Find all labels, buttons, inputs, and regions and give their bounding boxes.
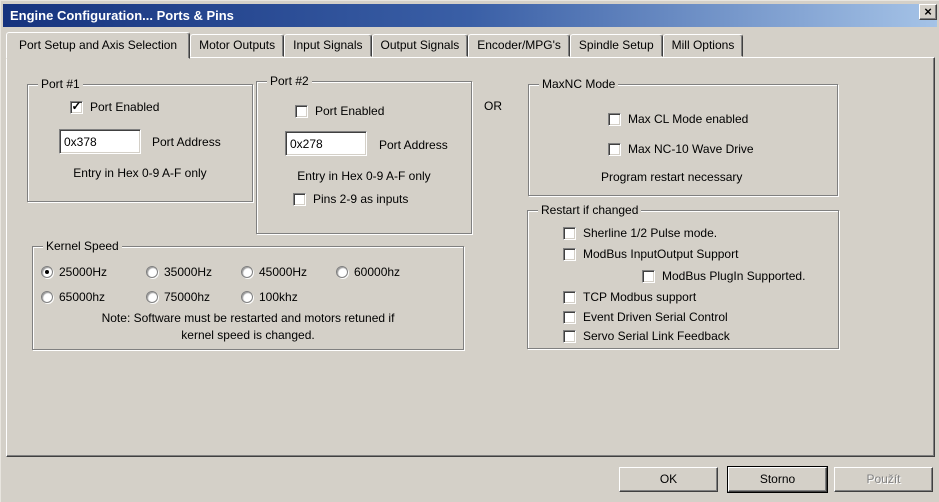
window-title: Engine Configuration... Ports & Pins xyxy=(10,8,234,23)
port1-legend: Port #1 xyxy=(38,77,83,91)
restart-legend: Restart if changed xyxy=(538,203,641,217)
kernel-35000hz-radio[interactable] xyxy=(146,266,158,278)
port1-enabled-label[interactable]: Port Enabled xyxy=(90,100,159,114)
port2-address-label: Port Address xyxy=(379,138,448,152)
port2-pins-checkbox[interactable] xyxy=(293,193,306,206)
kernel-100khz-radio[interactable] xyxy=(241,291,253,303)
port1-address-label: Port Address xyxy=(152,135,221,149)
kernel-100khz-radio-row[interactable]: 100khz xyxy=(241,290,298,304)
kernel-45000hz-radio-row[interactable]: 45000Hz xyxy=(241,265,307,279)
kernel-60000hz-label[interactable]: 60000hz xyxy=(354,265,400,279)
kernel-75000hz-radio[interactable] xyxy=(146,291,158,303)
port2-enabled-label[interactable]: Port Enabled xyxy=(315,104,384,118)
restart-event-serial-checkbox[interactable] xyxy=(563,311,576,324)
port2-hex-hint: Entry in Hex 0-9 A-F only xyxy=(257,169,471,183)
kernel-65000hz-label[interactable]: 65000hz xyxy=(59,290,105,304)
kernel-speed-group: Kernel Speed 25000Hz 35000Hz 45000Hz 600… xyxy=(32,246,464,350)
tab-encoder-mpgs[interactable]: Encoder/MPG's xyxy=(468,34,570,57)
apply-button[interactable]: Použít xyxy=(834,467,933,492)
restart-sherline-row[interactable]: Sherline 1/2 Pulse mode. xyxy=(563,226,717,240)
maxnc-cl-checkbox[interactable] xyxy=(608,113,621,126)
kernel-35000hz-label[interactable]: 35000Hz xyxy=(164,265,212,279)
kernel-75000hz-radio-row[interactable]: 75000hz xyxy=(146,290,210,304)
kernel-note-line1: Note: Software must be restarted and mot… xyxy=(33,311,463,325)
maxnc-wave-label[interactable]: Max NC-10 Wave Drive xyxy=(628,142,754,156)
maxnc-cl-label[interactable]: Max CL Mode enabled xyxy=(628,112,748,126)
titlebar[interactable]: Engine Configuration... Ports & Pins xyxy=(3,4,937,27)
restart-modbus-io-label[interactable]: ModBus InputOutput Support xyxy=(583,247,738,261)
kernel-legend: Kernel Speed xyxy=(43,239,122,253)
restart-tcp-modbus-row[interactable]: TCP Modbus support xyxy=(563,290,696,304)
port2-group: Port #2 Port Enabled Port Address Entry … xyxy=(256,81,472,234)
maxnc-mode-group: MaxNC Mode Max CL Mode enabled Max NC-10… xyxy=(528,84,838,196)
maxnc-cl-checkbox-row[interactable]: Max CL Mode enabled xyxy=(608,112,748,126)
port1-hex-hint: Entry in Hex 0-9 A-F only xyxy=(28,166,252,180)
port1-address-input[interactable] xyxy=(59,129,141,154)
port2-pins-checkbox-row[interactable]: Pins 2-9 as inputs xyxy=(293,192,408,206)
restart-event-serial-label[interactable]: Event Driven Serial Control xyxy=(583,310,728,324)
kernel-60000hz-radio-row[interactable]: 60000hz xyxy=(336,265,400,279)
tab-input-signals[interactable]: Input Signals xyxy=(284,34,371,57)
kernel-35000hz-radio-row[interactable]: 35000Hz xyxy=(146,265,212,279)
maxnc-note: Program restart necessary xyxy=(601,170,742,184)
restart-sherline-checkbox[interactable] xyxy=(563,227,576,240)
tab-mill-options[interactable]: Mill Options xyxy=(663,34,744,57)
kernel-25000hz-radio[interactable] xyxy=(41,266,53,278)
maxnc-wave-checkbox[interactable] xyxy=(608,143,621,156)
close-icon: × xyxy=(924,4,932,19)
tab-spindle-setup[interactable]: Spindle Setup xyxy=(570,34,663,57)
kernel-65000hz-radio-row[interactable]: 65000hz xyxy=(41,290,105,304)
port2-enabled-checkbox-row[interactable]: Port Enabled xyxy=(295,104,384,118)
maxnc-legend: MaxNC Mode xyxy=(539,77,618,91)
restart-servo-serial-row[interactable]: Servo Serial Link Feedback xyxy=(563,329,730,343)
restart-tcp-modbus-label[interactable]: TCP Modbus support xyxy=(583,290,696,304)
restart-modbus-plugin-row[interactable]: ModBus PlugIn Supported. xyxy=(642,269,805,283)
kernel-75000hz-label[interactable]: 75000hz xyxy=(164,290,210,304)
checkmark-icon: ✓ xyxy=(71,101,81,111)
restart-servo-serial-checkbox[interactable] xyxy=(563,330,576,343)
restart-servo-serial-label[interactable]: Servo Serial Link Feedback xyxy=(583,329,730,343)
port2-address-input[interactable] xyxy=(285,131,367,156)
maxnc-wave-checkbox-row[interactable]: Max NC-10 Wave Drive xyxy=(608,142,754,156)
kernel-note-line2: kernel speed is changed. xyxy=(33,328,463,342)
close-button[interactable]: × xyxy=(919,4,937,20)
kernel-25000hz-radio-row[interactable]: 25000Hz xyxy=(41,265,107,279)
restart-modbus-plugin-label[interactable]: ModBus PlugIn Supported. xyxy=(662,269,805,283)
tab-output-signals[interactable]: Output Signals xyxy=(372,34,469,57)
tab-page-port-setup: Port #1 ✓ Port Enabled Port Address Entr… xyxy=(6,57,935,457)
tabstrip: Port Setup and Axis Selection Motor Outp… xyxy=(6,32,743,59)
kernel-65000hz-radio[interactable] xyxy=(41,291,53,303)
kernel-25000hz-label[interactable]: 25000Hz xyxy=(59,265,107,279)
restart-tcp-modbus-checkbox[interactable] xyxy=(563,291,576,304)
restart-modbus-io-checkbox[interactable] xyxy=(563,248,576,261)
ok-button[interactable]: OK xyxy=(619,467,718,492)
restart-event-serial-row[interactable]: Event Driven Serial Control xyxy=(563,310,728,324)
port2-pins-label[interactable]: Pins 2-9 as inputs xyxy=(313,192,408,206)
port1-enabled-checkbox-row[interactable]: ✓ Port Enabled xyxy=(70,100,159,114)
restart-sherline-label[interactable]: Sherline 1/2 Pulse mode. xyxy=(583,226,717,240)
restart-if-changed-group: Restart if changed Sherline 1/2 Pulse mo… xyxy=(527,210,839,349)
kernel-60000hz-radio[interactable] xyxy=(336,266,348,278)
or-label: OR xyxy=(484,99,502,113)
kernel-100khz-label[interactable]: 100khz xyxy=(259,290,298,304)
radio-dot xyxy=(45,270,49,274)
tab-port-setup-and-axis-selection[interactable]: Port Setup and Axis Selection xyxy=(6,32,190,59)
engine-configuration-dialog: Engine Configuration... Ports & Pins × P… xyxy=(0,0,939,502)
port1-group: Port #1 ✓ Port Enabled Port Address Entr… xyxy=(27,84,253,202)
kernel-45000hz-radio[interactable] xyxy=(241,266,253,278)
kernel-45000hz-label[interactable]: 45000Hz xyxy=(259,265,307,279)
port2-legend: Port #2 xyxy=(267,74,312,88)
port2-enabled-checkbox[interactable] xyxy=(295,105,308,118)
tab-motor-outputs[interactable]: Motor Outputs xyxy=(190,34,284,57)
cancel-button[interactable]: Storno xyxy=(728,467,827,492)
restart-modbus-io-row[interactable]: ModBus InputOutput Support xyxy=(563,247,738,261)
port1-enabled-checkbox[interactable]: ✓ xyxy=(70,101,83,114)
restart-modbus-plugin-checkbox[interactable] xyxy=(642,270,655,283)
